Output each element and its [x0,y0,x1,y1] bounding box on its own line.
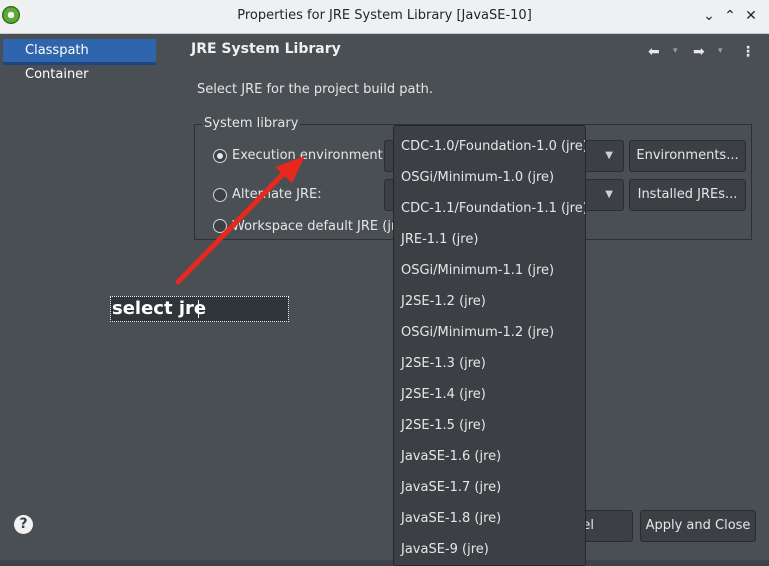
annotation-text-box[interactable]: select jre [110,296,289,322]
text-cursor [198,300,199,318]
dropdown-item[interactable]: JavaSE-9 (jre) [401,542,489,557]
dropdown-item[interactable]: JavaSE-1.6 (jre) [401,449,501,464]
dropdown-item[interactable]: J2SE-1.3 (jre) [401,356,486,371]
dropdown-item[interactable]: JavaSE-1.7 (jre) [401,480,501,495]
annotation-arrow-line [175,169,288,285]
annotation-arrow [175,156,305,285]
dropdown-item[interactable]: OSGi/Minimum-1.1 (jre) [401,263,554,278]
dropdown-item[interactable]: JavaSE-1.8 (jre) [401,511,501,526]
dropdown-item[interactable]: OSGi/Minimum-1.2 (jre) [401,325,554,340]
dropdown-item[interactable]: J2SE-1.5 (jre) [401,418,486,433]
execution-environment-dropdown-list[interactable]: CDC-1.0/Foundation-1.0 (jre) OSGi/Minimu… [393,125,586,566]
dropdown-item[interactable]: CDC-1.0/Foundation-1.0 (jre) [401,139,585,154]
apply-and-close-button[interactable]: Apply and Close [640,510,756,542]
help-icon[interactable]: ? [14,515,33,534]
dropdown-item[interactable]: CDC-1.1/Foundation-1.1 (jre) [401,201,585,216]
dropdown-item[interactable]: OSGi/Minimum-1.0 (jre) [401,170,554,185]
dropdown-item[interactable]: J2SE-1.2 (jre) [401,294,486,309]
bottom-strip [0,560,769,566]
dropdown-item[interactable]: J2SE-1.4 (jre) [401,387,486,402]
dropdown-item[interactable]: JRE-1.1 (jre) [401,232,478,247]
